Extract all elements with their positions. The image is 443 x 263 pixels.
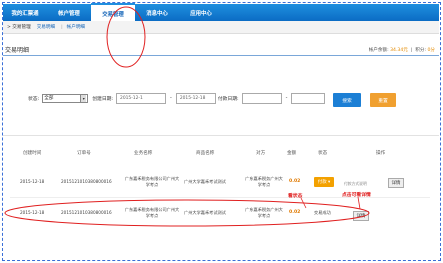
annotation-overlay [4, 6, 370, 227]
annotation-detail-arrow [357, 196, 361, 210]
annotation-row-circle [4, 199, 370, 227]
annotation-tab-circle [106, 6, 146, 68]
